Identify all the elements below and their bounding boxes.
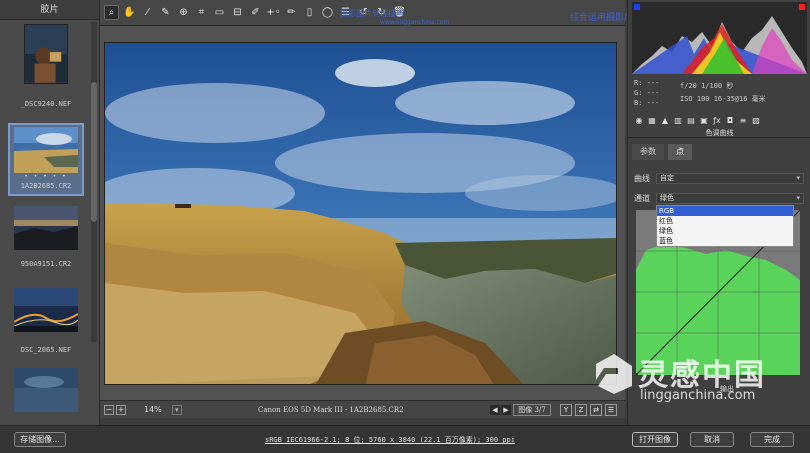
lens-corrections-icon[interactable]: ▣ (699, 116, 709, 126)
basic-panel-icon[interactable]: ◉ (634, 116, 644, 126)
camera-info: Canon EOS 5D Mark III - 1A2B2685.CR2 (258, 405, 404, 414)
color-sampler-icon[interactable]: ✎ (158, 5, 173, 20)
zoom-level[interactable]: 14% (144, 405, 162, 414)
preview-footer: − + 14% ▾ Canon EOS 5D Mark III - 1A2B26… (100, 400, 625, 418)
rgb-readout-g: G: --- (634, 89, 660, 97)
channel-row: 通道 绿色 ▾ (634, 192, 804, 204)
previous-image-icon[interactable]: ◀ (490, 404, 500, 415)
thumbnail-image (14, 206, 78, 250)
channel-option-blue[interactable]: 蓝色 (657, 236, 793, 246)
channel-option-rgb[interactable]: RGB (657, 206, 793, 216)
camera-calibration-icon[interactable]: ◘ (725, 116, 735, 126)
camera-raw-window: 胶片 _DSC9240.NEF • • • • • 1A2B2685.CR2 9… (0, 0, 810, 453)
hand-icon[interactable]: ✋ (122, 5, 137, 20)
panel-tabs-icons: ◉ ▦ ▲ ▥ ▤ ▣ ƒx ◘ ≡ ▨ (632, 114, 807, 127)
preview-photo[interactable] (104, 42, 617, 385)
thumbnail-image (24, 24, 68, 84)
thumbnail-image (14, 127, 78, 173)
target-adjust-icon[interactable]: ⊕ (176, 5, 191, 20)
split-toning-icon[interactable]: ▤ (686, 116, 696, 126)
effects-icon[interactable]: ƒx (712, 116, 722, 126)
transform-icon[interactable]: ⊟ (230, 5, 245, 20)
thumbnail-image (14, 288, 78, 332)
thumbnail-image (14, 368, 78, 412)
rgb-readout-b: B: --- (634, 99, 660, 107)
curve-tabs: 参数 点 (632, 144, 807, 162)
exif-aperture-shutter: f/20 1/100 秒 (680, 82, 734, 90)
histogram (632, 2, 807, 74)
filmstrip-header: 胶片 (0, 0, 99, 20)
tab-point[interactable]: 点 (668, 144, 692, 160)
filmstrip-item-selected[interactable]: • • • • • 1A2B2685.CR2 (8, 123, 84, 196)
hsl-icon[interactable]: ▥ (673, 116, 683, 126)
image-info: R: --- G: --- B: --- f/20 1/100 秒 ISO 10… (632, 76, 807, 114)
done-button[interactable]: 完成 (750, 432, 794, 447)
radial-filter-icon[interactable]: ◯ (320, 5, 335, 20)
overlay-watermark-text: 摄影图片处理技巧 (340, 9, 404, 18)
thumbnail-filename: DSC_2065.NEF (20, 346, 72, 354)
exif-iso-lens: ISO 100 16-35@16 毫米 (680, 95, 766, 103)
white-balance-icon[interactable]: ⁄ (140, 5, 155, 20)
bottom-bar: 存储图像... sRGB IEC61966-2.1; 8 位; 5760 x 3… (0, 425, 810, 453)
filmstrip-item[interactable]: DSC_2065.NEF (8, 288, 84, 354)
before-after-toggle[interactable]: Y (560, 403, 572, 416)
snapshots-icon[interactable]: ▨ (751, 116, 761, 126)
filmstrip-item[interactable]: 950A9151.CR2 (8, 206, 84, 268)
curve-preset-row: 曲线 自定 ▾ (634, 172, 804, 184)
tab-parametric[interactable]: 参数 (632, 144, 664, 160)
scrollbar-thumb[interactable] (91, 82, 97, 222)
rating-stars[interactable]: • • • • • (10, 173, 82, 180)
panel-title: 色调曲线 (628, 128, 810, 138)
zoom-in-icon[interactable]: + (116, 404, 126, 415)
thumbnail-filename: 950A9151.CR2 (20, 260, 72, 268)
zoom-icon[interactable]: ⌕ (104, 5, 119, 20)
logo-text-english: lingganchina.com (640, 388, 756, 403)
channel-label: 通道 (634, 193, 650, 203)
filmstrip-scrollbar[interactable] (91, 22, 97, 342)
channel-option-green[interactable]: 绿色 (657, 226, 793, 236)
logo-watermark: 灵感中国 lingganchina.com (578, 350, 808, 410)
filmstrip-item[interactable]: _DSC9240.NEF (8, 24, 84, 108)
rgb-readout-r: R: --- (634, 79, 660, 87)
zoom-out-icon[interactable]: − (104, 404, 114, 415)
open-image-button[interactable]: 打开图像 (632, 432, 678, 447)
chevron-down-icon[interactable]: ▾ (171, 404, 182, 415)
thumbnail-filename: _DSC9240.NEF (20, 100, 72, 108)
curve-preset-select[interactable]: 自定 ▾ (656, 172, 804, 184)
graduated-filter-icon[interactable]: ▯ (302, 5, 317, 20)
channel-dropdown-menu: RGB 红色 绿色 蓝色 (656, 205, 794, 247)
filmstrip-panel: 胶片 _DSC9240.NEF • • • • • 1A2B2685.CR2 9… (0, 0, 100, 425)
logo-mark-icon (596, 354, 632, 394)
red-eye-icon[interactable]: +◦ (266, 5, 281, 20)
save-image-button[interactable]: 存储图像... (14, 432, 66, 447)
chevron-down-icon: ▾ (796, 173, 800, 182)
next-image-icon[interactable]: ▶ (501, 404, 511, 415)
channel-option-red[interactable]: 红色 (657, 216, 793, 226)
detail-icon[interactable]: ▲ (660, 116, 670, 126)
curve-label: 曲线 (634, 173, 650, 183)
adjustment-brush-icon[interactable]: ✏ (284, 5, 299, 20)
cancel-button[interactable]: 取消 (690, 432, 734, 447)
thumbnail-filename: 1A2B2685.CR2 (20, 182, 72, 190)
presets-icon[interactable]: ≡ (738, 116, 748, 126)
image-preview-area[interactable] (100, 26, 625, 400)
straighten-icon[interactable]: ▭ (212, 5, 227, 20)
tone-curve-icon[interactable]: ▦ (647, 116, 657, 126)
overlay-watermark-url: www.lingganchina.com (380, 19, 450, 26)
chevron-down-icon: ▾ (796, 193, 800, 202)
crop-icon[interactable]: ⌗ (194, 5, 209, 20)
filmstrip-item[interactable] (8, 368, 84, 412)
spot-removal-icon[interactable]: ✐ (248, 5, 263, 20)
channel-select[interactable]: 绿色 ▾ (656, 192, 804, 204)
image-counter: 图像 3/7 (513, 403, 551, 416)
workflow-options-link[interactable]: sRGB IEC61966-2.1; 8 位; 5760 x 3840 (22.… (265, 435, 515, 445)
